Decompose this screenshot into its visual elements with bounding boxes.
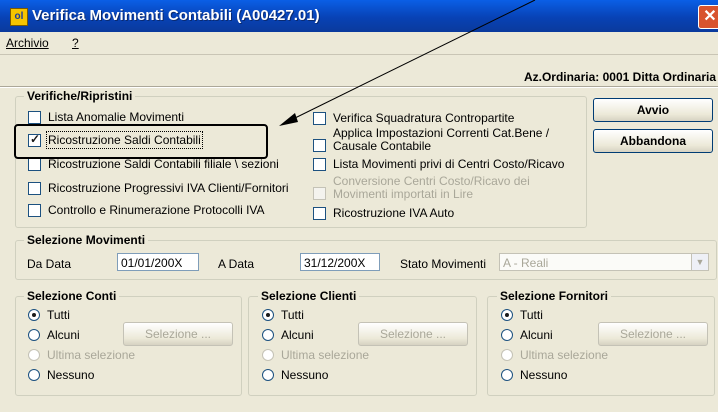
conti-selezione-button: Selezione ... <box>123 322 233 346</box>
radio-dot[interactable] <box>28 329 40 341</box>
stato-movimenti-value: A - Reali <box>503 256 549 270</box>
radio-dot[interactable] <box>28 309 40 321</box>
radio-clienti-nessuno[interactable]: Nessuno <box>262 368 328 382</box>
fornitori-selezione-button: Selezione ... <box>598 322 708 346</box>
radio-dot <box>501 349 513 361</box>
movimenti-title: Selezione Movimenti <box>24 233 149 247</box>
radio-conti-tutti[interactable]: Tutti <box>28 308 70 322</box>
radio-dot[interactable] <box>501 369 513 381</box>
radio-conti-alcuni[interactable]: Alcuni <box>28 328 80 342</box>
radio-clienti-ultima: Ultima selezione <box>262 348 369 362</box>
radio-fornitori-nessuno[interactable]: Nessuno <box>501 368 567 382</box>
fornitori-title: Selezione Fornitori <box>497 289 612 303</box>
radio-conti-ultima: Ultima selezione <box>28 348 135 362</box>
radio-dot[interactable] <box>262 329 274 341</box>
radio-dot[interactable] <box>262 369 274 381</box>
radio-dot[interactable] <box>28 369 40 381</box>
a-data-label: A Data <box>218 257 255 271</box>
da-data-label: Da Data <box>27 257 72 271</box>
da-data-input[interactable]: 01/01/200X <box>117 253 199 271</box>
radio-dot <box>28 349 40 361</box>
radio-clienti-alcuni[interactable]: Alcuni <box>262 328 314 342</box>
radio-fornitori-tutti[interactable]: Tutti <box>501 308 543 322</box>
chevron-down-icon[interactable]: ▼ <box>691 254 708 270</box>
radio-fornitori-alcuni[interactable]: Alcuni <box>501 328 553 342</box>
stato-movimenti-select[interactable]: A - Reali ▼ <box>499 253 709 271</box>
stato-movimenti-label: Stato Movimenti <box>400 257 487 271</box>
radio-conti-nessuno[interactable]: Nessuno <box>28 368 94 382</box>
radio-dot[interactable] <box>501 329 513 341</box>
clienti-title: Selezione Clienti <box>258 289 360 303</box>
radio-dot[interactable] <box>262 309 274 321</box>
avvio-button[interactable]: Avvio <box>593 98 713 122</box>
a-data-input[interactable]: 31/12/200X <box>300 253 380 271</box>
dialog-window: ol Verifica Movimenti Contabili (A00427.… <box>0 0 718 412</box>
radio-fornitori-ultima: Ultima selezione <box>501 348 608 362</box>
abbandona-button[interactable]: Abbandona <box>593 129 713 153</box>
radio-dot[interactable] <box>501 309 513 321</box>
conti-title: Selezione Conti <box>24 289 120 303</box>
clienti-selezione-button: Selezione ... <box>358 322 468 346</box>
radio-clienti-tutti[interactable]: Tutti <box>262 308 304 322</box>
radio-dot <box>262 349 274 361</box>
